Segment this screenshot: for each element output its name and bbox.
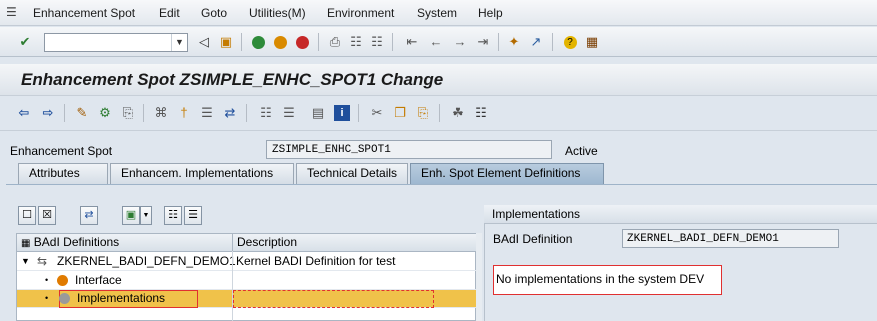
menu-system[interactable]: System: [417, 6, 457, 20]
details-icon[interactable]: ☰: [184, 206, 202, 225]
find-object-icon[interactable]: ☷: [473, 105, 489, 121]
last-page-icon[interactable]: ⇥: [475, 34, 491, 50]
activate-icon[interactable]: ⌘: [153, 105, 169, 121]
column-label: BAdI Definitions: [33, 235, 120, 249]
column-header-badi-definitions[interactable]: ▦ BAdI Definitions: [17, 234, 233, 252]
back-icon[interactable]: ◁: [196, 34, 212, 50]
paste-icon[interactable]: ⎘: [415, 105, 431, 121]
tree-header-icon: ▦: [21, 238, 31, 249]
tree-toolbar: ☐ ☒ ⇄ ▣ ▼ ☷ ☰: [16, 206, 212, 228]
create-icon[interactable]: ☐: [18, 206, 36, 225]
separator: [498, 33, 499, 51]
chevron-down-icon[interactable]: ▼: [171, 34, 187, 51]
badi-definition-label: BAdI Definition: [493, 232, 573, 246]
print-icon[interactable]: ⎙: [327, 34, 343, 50]
find-icon[interactable]: ☷: [164, 206, 182, 225]
where-used-icon[interactable]: †: [176, 105, 192, 121]
implementations-header: Implementations: [484, 205, 877, 224]
tab-enhancement-implementations[interactable]: Enhancem. Implementations: [110, 163, 294, 184]
other-object-icon[interactable]: ✎: [74, 105, 90, 121]
separator: [439, 104, 440, 122]
tree-row[interactable]: • Interface: [17, 272, 477, 290]
cancel-icon[interactable]: [295, 36, 309, 50]
separator: [358, 104, 359, 122]
implementations-icon: [59, 290, 70, 308]
save-icon[interactable]: ▣: [218, 34, 234, 50]
column-header-description[interactable]: Description: [233, 234, 477, 252]
delete-icon[interactable]: ☒: [38, 206, 56, 225]
object-list-icon[interactable]: ☷: [258, 105, 274, 121]
hierarchy-list-icon[interactable]: ☰: [281, 105, 297, 121]
back-green-icon[interactable]: [251, 36, 265, 50]
badi-tree: ▦ BAdI Definitions Description ▼ ⇆ ZKERN…: [16, 233, 477, 321]
menu-utilities[interactable]: Utilities(M): [249, 6, 306, 20]
check-object-icon[interactable]: ⎘: [120, 105, 136, 121]
no-implementations-message: No implementations in the system DEV: [493, 265, 722, 295]
forward-arrow-icon[interactable]: ⇨: [40, 105, 56, 121]
prev-page-icon[interactable]: ←: [428, 34, 444, 50]
badi-description: Kernel BADI Definition for test: [236, 254, 396, 268]
dropdown-icon[interactable]: ▼: [140, 206, 152, 225]
shortcut-icon[interactable]: ↗: [528, 34, 544, 50]
layout-icon[interactable]: ▦: [584, 34, 600, 50]
separator: [241, 33, 242, 51]
selection-outline: [233, 290, 434, 308]
menu-help[interactable]: Help: [478, 6, 503, 20]
tab-technical-details[interactable]: Technical Details: [296, 163, 408, 184]
interface-icon: [57, 272, 68, 290]
column-divider: [232, 251, 233, 321]
copy-icon[interactable]: ❐: [392, 105, 408, 121]
first-page-icon[interactable]: ⇤: [404, 34, 420, 50]
system-menu-icon[interactable]: ☰: [6, 5, 20, 19]
find-icon[interactable]: ☷: [348, 34, 364, 50]
command-field[interactable]: ▼: [44, 33, 188, 52]
navigation-window-icon[interactable]: ⇄: [222, 105, 238, 121]
separator: [64, 104, 65, 122]
splitter[interactable]: [476, 233, 482, 321]
separator: [318, 33, 319, 51]
display-icon[interactable]: ▣: [122, 206, 140, 225]
tree-row-selected[interactable]: • Implementations: [17, 290, 477, 308]
info-icon[interactable]: i: [334, 105, 350, 121]
menu-environment[interactable]: Environment: [327, 6, 394, 20]
page-title: Enhancement Spot ZSIMPLE_ENHC_SPOT1 Chan…: [21, 70, 444, 89]
check-icon[interactable]: ✔: [17, 34, 33, 50]
badi-definition-field[interactable]: ZKERNEL_BADI_DEFN_DEMO1: [622, 229, 839, 248]
hierarchy-icon[interactable]: ☘: [450, 105, 466, 121]
display-object-list-icon[interactable]: ☰: [199, 105, 215, 121]
create-session-icon[interactable]: ✦: [506, 34, 522, 50]
tree-row[interactable]: ▼ ⇆ ZKERNEL_BADI_DEFN_DEMO1 Kernel BADI …: [17, 253, 477, 271]
tab-spot-element-definitions[interactable]: Enh. Spot Element Definitions: [410, 163, 604, 184]
status-text: Active: [565, 144, 598, 158]
badi-name: ZKERNEL_BADI_DEFN_DEMO1: [57, 254, 236, 268]
separator: [143, 104, 144, 122]
separator: [552, 33, 553, 51]
cut-icon[interactable]: ✂: [369, 105, 385, 121]
menu-goto[interactable]: Goto: [201, 6, 227, 20]
implementations-label: Implementations: [77, 291, 166, 305]
bullet-icon: •: [45, 293, 49, 303]
separator: [392, 33, 393, 51]
next-page-icon[interactable]: →: [452, 34, 468, 50]
enhancement-spot-label: Enhancement Spot: [10, 144, 113, 158]
badi-definition-icon: ⇆: [37, 254, 48, 268]
display-change-icon[interactable]: ⚙: [97, 105, 113, 121]
exit-icon[interactable]: [273, 36, 287, 50]
interface-label: Interface: [75, 273, 122, 287]
menu-edit[interactable]: Edit: [159, 6, 180, 20]
window-list-icon[interactable]: ▤: [310, 105, 326, 121]
expand-icon[interactable]: ▼: [21, 253, 30, 271]
bullet-icon: •: [45, 275, 49, 285]
back-arrow-icon[interactable]: ⇦: [16, 105, 32, 121]
separator: [246, 104, 247, 122]
help-icon[interactable]: ?: [563, 36, 577, 50]
find-next-icon[interactable]: ☷: [369, 34, 385, 50]
tab-strip: Attributes Enhancem. Implementations Tec…: [0, 163, 877, 184]
menu-enhancement-spot[interactable]: Enhancement Spot: [33, 6, 135, 20]
navigate-icon[interactable]: ⇄: [80, 206, 98, 225]
enhancement-spot-field[interactable]: ZSIMPLE_ENHC_SPOT1: [266, 140, 552, 159]
tab-attributes[interactable]: Attributes: [18, 163, 108, 184]
